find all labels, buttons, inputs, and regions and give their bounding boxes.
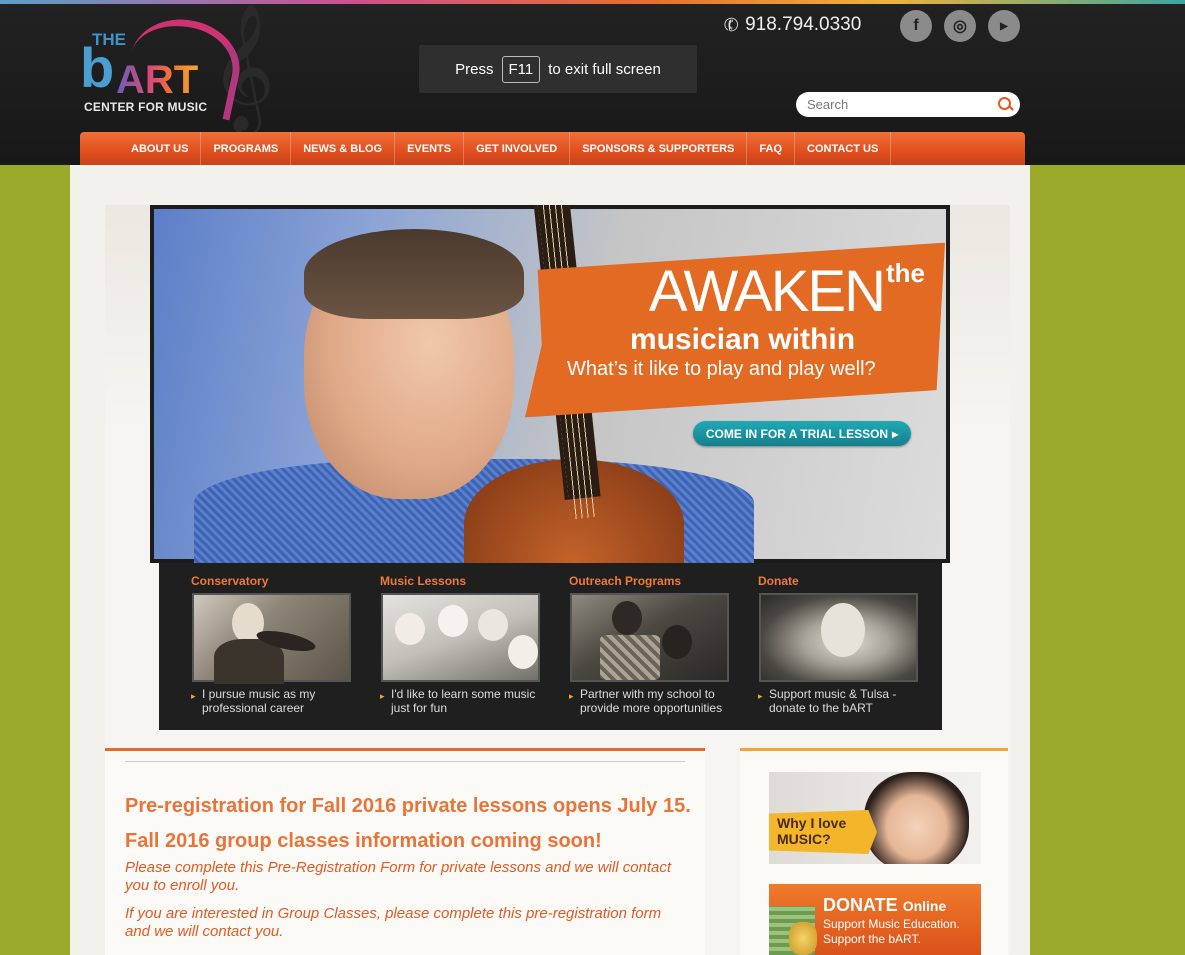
child-head	[612, 601, 642, 635]
search-input[interactable]	[807, 97, 987, 112]
phone-text: 918.794.0330	[745, 14, 862, 35]
nav-item-get-involved[interactable]: GET INVOLVED	[464, 132, 571, 165]
chevron-right-icon: ▸	[892, 426, 899, 441]
coins-icon	[789, 922, 817, 955]
trial-lesson-button[interactable]: COME IN FOR A TRIAL LESSON ▸	[693, 421, 911, 446]
kid-head	[478, 609, 508, 641]
card-title: Music Lessons	[380, 574, 467, 588]
card-music-lessons[interactable]: Music Lessons I'd like to learn some mus…	[358, 563, 540, 730]
donor-photo[interactable]	[759, 593, 918, 682]
hero-line2: musician within	[630, 323, 856, 356]
hero-headline-big: AWAKEN	[648, 259, 886, 324]
facebook-icon[interactable]: f	[900, 10, 932, 42]
instagram-icon[interactable]: ◎	[944, 10, 976, 42]
group-classes-text[interactable]: If you are interested in Group Classes, …	[125, 905, 685, 941]
card-desc[interactable]: I'd like to learn some music just for fu…	[380, 687, 540, 715]
donor-face	[821, 603, 865, 657]
card-title: Conservatory	[191, 574, 269, 588]
outreach-photo[interactable]	[570, 593, 729, 682]
violinist-photo[interactable]	[192, 593, 351, 684]
card-title: Outreach Programs	[569, 574, 682, 588]
search-box	[796, 92, 1020, 117]
kid-head	[438, 605, 468, 637]
search-icon[interactable]	[996, 96, 1014, 114]
donate-sub2: Support the bART.	[823, 932, 921, 946]
site-logo[interactable]: THE b ART CENTER FOR MUSIC	[80, 9, 249, 121]
logo-b: b	[80, 36, 115, 99]
donate-title-big: DONATE	[823, 895, 898, 915]
nav-item-events[interactable]: EVENTS	[395, 132, 465, 165]
donate-title-small: Online	[902, 898, 947, 914]
card-title: Donate	[758, 574, 799, 588]
kid-head	[508, 635, 538, 669]
kid-head	[395, 613, 425, 645]
nav-item-contact-us[interactable]: CONTACT US	[795, 132, 892, 165]
kids-photo[interactable]	[381, 593, 540, 682]
main-nav: ABOUT US PROGRAMS NEWS & BLOG EVENTS GET…	[80, 132, 1025, 165]
logo-subtitle: CENTER FOR MUSIC	[84, 100, 208, 114]
donate-online-banner[interactable]: DONATE Online Support Music Education. S…	[769, 884, 981, 955]
nav-item-sponsors[interactable]: SPONSORS & SUPPORTERS	[570, 132, 748, 165]
why-tag: Why I love MUSIC?	[769, 810, 877, 854]
hero-line3: What’s it like to play and play well?	[567, 358, 876, 380]
rainbow-strip	[0, 0, 1185, 4]
youtube-icon[interactable]: ▶	[988, 10, 1020, 42]
logo-art: ART	[116, 58, 199, 102]
phone-number[interactable]: ✆ 918.794.0330	[720, 12, 862, 37]
phone-icon: ✆	[720, 12, 742, 37]
divider	[125, 761, 685, 762]
news-content: Pre-registration for Fall 2016 private l…	[105, 748, 705, 955]
site-header: 𝄞 THE b ART CENTER FOR MUSIC Press F11 t…	[0, 0, 1185, 165]
boy-hair	[304, 229, 524, 319]
hero-headline: AWAKENthe	[580, 258, 925, 325]
card-conservatory[interactable]: Conservatory I pursue music as my profes…	[169, 563, 351, 730]
card-desc[interactable]: I pursue music as my professional career	[191, 687, 351, 715]
trial-lesson-label: COME IN FOR A TRIAL LESSON	[705, 426, 889, 441]
announcement-heading: Pre-registration for Fall 2016 private l…	[125, 795, 691, 852]
child-head	[662, 625, 692, 659]
donate-sub1: Support Music Education.	[823, 917, 960, 931]
fullscreen-notice: Press F11 to exit full screen	[419, 45, 697, 93]
card-outreach[interactable]: Outreach Programs Partner with my school…	[547, 563, 729, 730]
card-desc[interactable]: Partner with my school to provide more o…	[569, 687, 729, 715]
why-i-love-music-banner[interactable]: Why I love MUSIC?	[769, 772, 981, 864]
nav-item-programs[interactable]: PROGRAMS	[201, 132, 292, 165]
nav-item-news-blog[interactable]: NEWS & BLOG	[291, 132, 396, 165]
fullscreen-key: F11	[501, 55, 541, 83]
hero-headline-the: the	[886, 258, 925, 288]
fullscreen-text: to exit full screen	[548, 60, 661, 78]
drum-icon	[600, 635, 660, 680]
girl-photo	[864, 772, 969, 864]
private-lessons-text[interactable]: Please complete this Pre-Registration Fo…	[125, 859, 685, 895]
fullscreen-press: Press	[455, 60, 494, 78]
program-cards: Conservatory I pursue music as my profes…	[159, 563, 942, 730]
nav-item-faq[interactable]: FAQ	[747, 132, 796, 165]
nav-item-about-us[interactable]: ABOUT US	[120, 132, 202, 165]
donate-title: DONATE Online	[823, 895, 946, 916]
why-line1: Why I love	[777, 815, 847, 831]
card-desc[interactable]: Support music & Tulsa - donate to the bA…	[758, 687, 918, 715]
why-line2: MUSIC?	[777, 831, 831, 847]
card-donate[interactable]: Donate Support music & Tulsa - donate to…	[736, 563, 918, 730]
